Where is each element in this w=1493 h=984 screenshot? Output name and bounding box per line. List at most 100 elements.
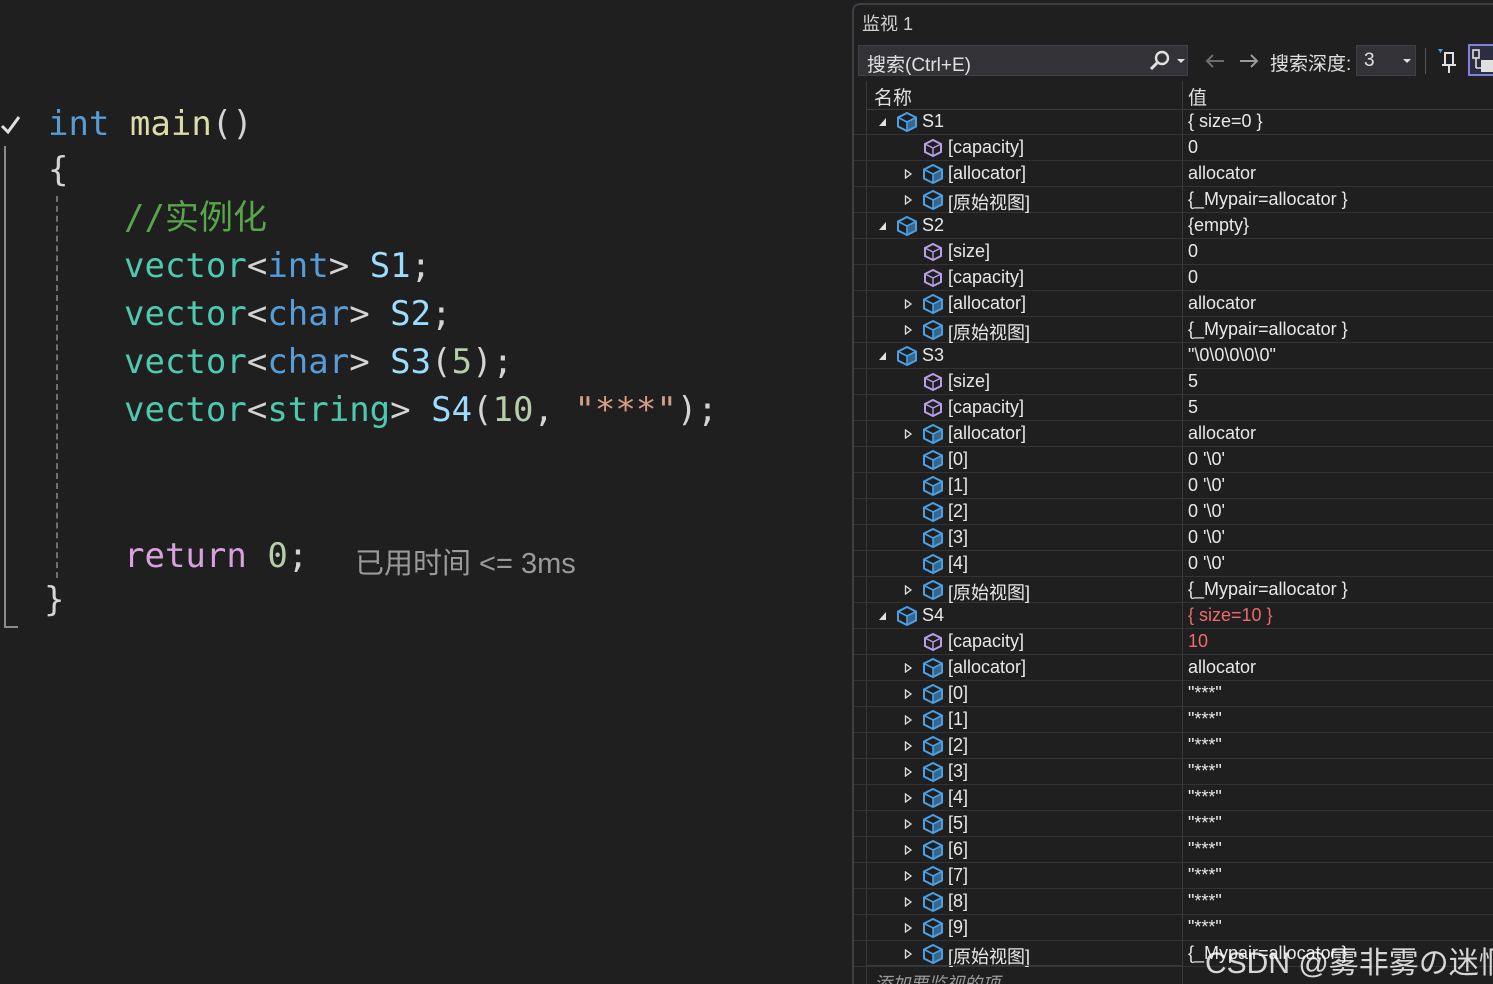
watch-row-value[interactable]: allocator (1188, 163, 1256, 184)
watch-row-name[interactable]: [capacity] (948, 631, 1024, 652)
watch-row[interactable]: [capacity] 10 (854, 629, 1493, 655)
watch-row-value[interactable]: 0 '\0' (1188, 553, 1225, 574)
watch-row-name[interactable]: S3 (922, 345, 944, 366)
code-line[interactable]: //实例化 (124, 198, 267, 238)
watch-row-name[interactable]: [4] (948, 787, 968, 808)
watch-row[interactable]: [size] 0 (854, 239, 1493, 265)
watch-row-value[interactable]: "***" (1188, 735, 1222, 756)
watch-row-value[interactable]: "***" (1188, 917, 1222, 938)
watch-row-name[interactable]: [8] (948, 891, 968, 912)
watch-row-value[interactable]: 10 (1188, 631, 1208, 652)
watch-row-name[interactable]: [capacity] (948, 267, 1024, 288)
watch-row-value[interactable]: { size=0 } (1188, 111, 1263, 132)
watch-row-value[interactable]: 0 (1188, 137, 1198, 158)
column-header-name[interactable]: 名称 (874, 83, 912, 110)
watch-row-name[interactable]: [1] (948, 709, 968, 730)
code-line[interactable]: return 0; (124, 536, 308, 576)
watch-row[interactable]: S4 { size=10 } (854, 603, 1493, 629)
code-line[interactable]: vector<string> S4(10, "***"); (124, 390, 718, 430)
watch-row[interactable]: [0] 0 '\0' (854, 447, 1493, 473)
collapsed-triangle-icon[interactable] (904, 949, 913, 959)
watch-row[interactable]: [allocator] allocator (854, 421, 1493, 447)
watch-row[interactable]: [size] 5 (854, 369, 1493, 395)
code-line[interactable]: vector<char> S3(5); (124, 342, 513, 382)
search-icon[interactable] (1147, 50, 1171, 72)
watch-row-value[interactable]: 0 (1188, 241, 1198, 262)
forward-arrow-icon[interactable] (1236, 49, 1262, 73)
watch-row-name[interactable]: [size] (948, 371, 990, 392)
watch-row[interactable]: [4] 0 '\0' (854, 551, 1493, 577)
back-arrow-icon[interactable] (1202, 49, 1228, 73)
expanded-triangle-icon[interactable] (878, 611, 887, 621)
watch-row[interactable]: [原始视图] {_Mypair=allocator } (854, 577, 1493, 603)
watch-row-value[interactable]: "***" (1188, 891, 1222, 912)
collapsed-triangle-icon[interactable] (904, 195, 913, 205)
watch-row-name[interactable]: [allocator] (948, 657, 1026, 678)
pin-icon[interactable] (1436, 47, 1462, 75)
watch-row-name[interactable]: [原始视图] (948, 319, 1030, 345)
watch-row-name[interactable]: S1 (922, 111, 944, 132)
watch-row-name[interactable]: [2] (948, 501, 968, 522)
collapsed-triangle-icon[interactable] (904, 897, 913, 907)
code-line[interactable]: int main() (48, 104, 253, 144)
watch-row-name[interactable]: [3] (948, 527, 968, 548)
code-line[interactable]: vector<int> S1; (124, 246, 431, 286)
column-header-value[interactable]: 值 (1188, 83, 1207, 110)
watch-row-value[interactable]: "***" (1188, 709, 1222, 730)
watch-row[interactable]: [allocator] allocator (854, 161, 1493, 187)
collapsed-triangle-icon[interactable] (904, 663, 913, 673)
watch-row[interactable]: [capacity] 0 (854, 265, 1493, 291)
watch-row[interactable]: [2] "***" (854, 733, 1493, 759)
expanded-triangle-icon[interactable] (878, 117, 887, 127)
watch-row-name[interactable]: [allocator] (948, 293, 1026, 314)
hex-display-toggle[interactable] (1468, 44, 1493, 76)
watch-row-value[interactable]: "***" (1188, 761, 1222, 782)
watch-row[interactable]: S1 { size=0 } (854, 109, 1493, 135)
collapsed-triangle-icon[interactable] (904, 715, 913, 725)
collapsed-triangle-icon[interactable] (904, 585, 913, 595)
watch-row-value[interactable]: 0 '\0' (1188, 475, 1225, 496)
chevron-down-icon[interactable] (1175, 50, 1187, 72)
search-input[interactable]: 搜索(Ctrl+E) (858, 45, 1188, 76)
watch-row-value[interactable]: {_Mypair=allocator } (1188, 189, 1348, 210)
watch-row-name[interactable]: [4] (948, 553, 968, 574)
watch-row[interactable]: [capacity] 0 (854, 135, 1493, 161)
watch-row-name[interactable]: [7] (948, 865, 968, 886)
watch-row-name[interactable]: [6] (948, 839, 968, 860)
watch-row-value[interactable]: allocator (1188, 293, 1256, 314)
collapsed-triangle-icon[interactable] (904, 871, 913, 881)
watch-row[interactable]: [0] "***" (854, 681, 1493, 707)
watch-row-name[interactable]: S2 (922, 215, 944, 236)
collapsed-triangle-icon[interactable] (904, 689, 913, 699)
watch-row[interactable]: [4] "***" (854, 785, 1493, 811)
watch-row-name[interactable]: [allocator] (948, 423, 1026, 444)
collapsed-triangle-icon[interactable] (904, 767, 913, 777)
code-line[interactable]: { (48, 150, 68, 190)
watch-row[interactable]: [6] "***" (854, 837, 1493, 863)
watch-row-value[interactable]: 5 (1188, 371, 1198, 392)
watch-row-value[interactable]: {_Mypair=allocator } (1188, 579, 1348, 600)
watch-row-value[interactable]: {empty} (1188, 215, 1249, 236)
watch-row-name[interactable]: [0] (948, 449, 968, 470)
watch-row[interactable]: S3 "\0\0\0\0\0" (854, 343, 1493, 369)
watch-row-name[interactable]: [allocator] (948, 163, 1026, 184)
watch-row-name[interactable]: [capacity] (948, 137, 1024, 158)
watch-row-name[interactable]: [1] (948, 475, 968, 496)
watch-row-value[interactable]: allocator (1188, 657, 1256, 678)
watch-row[interactable]: [allocator] allocator (854, 655, 1493, 681)
watch-row-value[interactable]: 0 '\0' (1188, 527, 1225, 548)
watch-row[interactable]: [1] 0 '\0' (854, 473, 1493, 499)
watch-row-value[interactable]: 0 (1188, 267, 1198, 288)
search-depth-select[interactable]: 3 (1356, 45, 1416, 76)
watch-row-name[interactable]: [原始视图] (948, 189, 1030, 215)
watch-row-value[interactable]: 5 (1188, 397, 1198, 418)
collapsed-triangle-icon[interactable] (904, 429, 913, 439)
collapsed-triangle-icon[interactable] (904, 169, 913, 179)
code-editor[interactable]: int main() { //实例化 vector<int> S1; vector<ch… (0, 0, 852, 984)
watch-row-value[interactable]: "***" (1188, 683, 1222, 704)
watch-row-name[interactable]: [5] (948, 813, 968, 834)
watch-row[interactable]: [2] 0 '\0' (854, 499, 1493, 525)
watch-row-name[interactable]: [3] (948, 761, 968, 782)
add-watch-item[interactable]: 添加要监视的项 (866, 965, 1182, 984)
collapsed-triangle-icon[interactable] (904, 741, 913, 751)
